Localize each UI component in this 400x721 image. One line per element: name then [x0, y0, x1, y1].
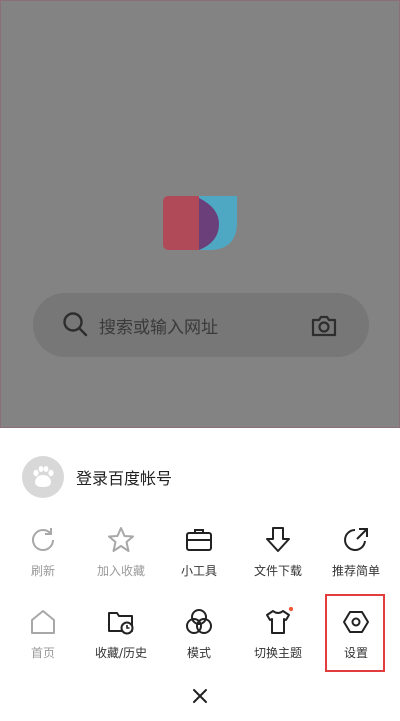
- home-icon: [31, 610, 55, 634]
- tools-button[interactable]: 小工具: [159, 525, 239, 595]
- theme-shirt-icon: [266, 607, 293, 634]
- downloads-button[interactable]: 文件下载: [238, 525, 318, 595]
- bottom-menu-sheet: 登录百度帐号 刷新 加入收藏 小工具 文件下载 推荐简单 首页 收藏/历史 模式…: [0, 428, 400, 721]
- share-icon: [344, 528, 368, 551]
- add-favorite-button[interactable]: 加入收藏: [81, 525, 161, 595]
- toolbox-icon: [186, 529, 212, 551]
- tools-label: 小工具: [180, 564, 217, 578]
- search-bar[interactable]: 搜索或输入网址: [33, 293, 369, 357]
- search-placeholder[interactable]: 搜索或输入网址: [99, 313, 218, 338]
- baidu-paw-icon: [33, 466, 54, 487]
- dimmed-home-screen: 搜索或输入网址: [0, 0, 400, 428]
- refresh-label: 刷新: [30, 564, 55, 578]
- search-icon: [63, 312, 88, 337]
- settings-highlight-box: [325, 594, 385, 672]
- home-button[interactable]: 首页: [3, 607, 83, 677]
- download-icon: [266, 527, 290, 552]
- recommend-label: 推荐简单: [331, 564, 380, 578]
- login-row[interactable]: 登录百度帐号: [22, 456, 172, 498]
- login-label[interactable]: 登录百度帐号: [76, 465, 172, 489]
- mode-icon: [186, 609, 212, 634]
- app-logo: [163, 196, 237, 250]
- recommend-button[interactable]: 推荐简单: [316, 525, 396, 595]
- mode-label: 模式: [186, 646, 211, 660]
- star-icon: [108, 527, 134, 552]
- favorites-history-button[interactable]: 收藏/历史: [81, 607, 161, 677]
- switch-theme-label: 切换主题: [253, 646, 302, 660]
- refresh-button[interactable]: 刷新: [3, 525, 83, 595]
- refresh-icon: [32, 528, 54, 551]
- notification-dot: [288, 607, 293, 612]
- switch-theme-button[interactable]: 切换主题: [238, 607, 318, 677]
- downloads-label: 文件下载: [253, 564, 302, 578]
- mode-button[interactable]: 模式: [159, 607, 239, 677]
- add-favorite-label: 加入收藏: [96, 564, 145, 578]
- camera-icon[interactable]: [309, 311, 339, 341]
- home-label: 首页: [30, 646, 55, 660]
- folder-history-icon: [108, 612, 134, 635]
- close-icon[interactable]: [188, 684, 212, 708]
- avatar[interactable]: [22, 456, 64, 498]
- favorites-history-label: 收藏/历史: [94, 646, 148, 660]
